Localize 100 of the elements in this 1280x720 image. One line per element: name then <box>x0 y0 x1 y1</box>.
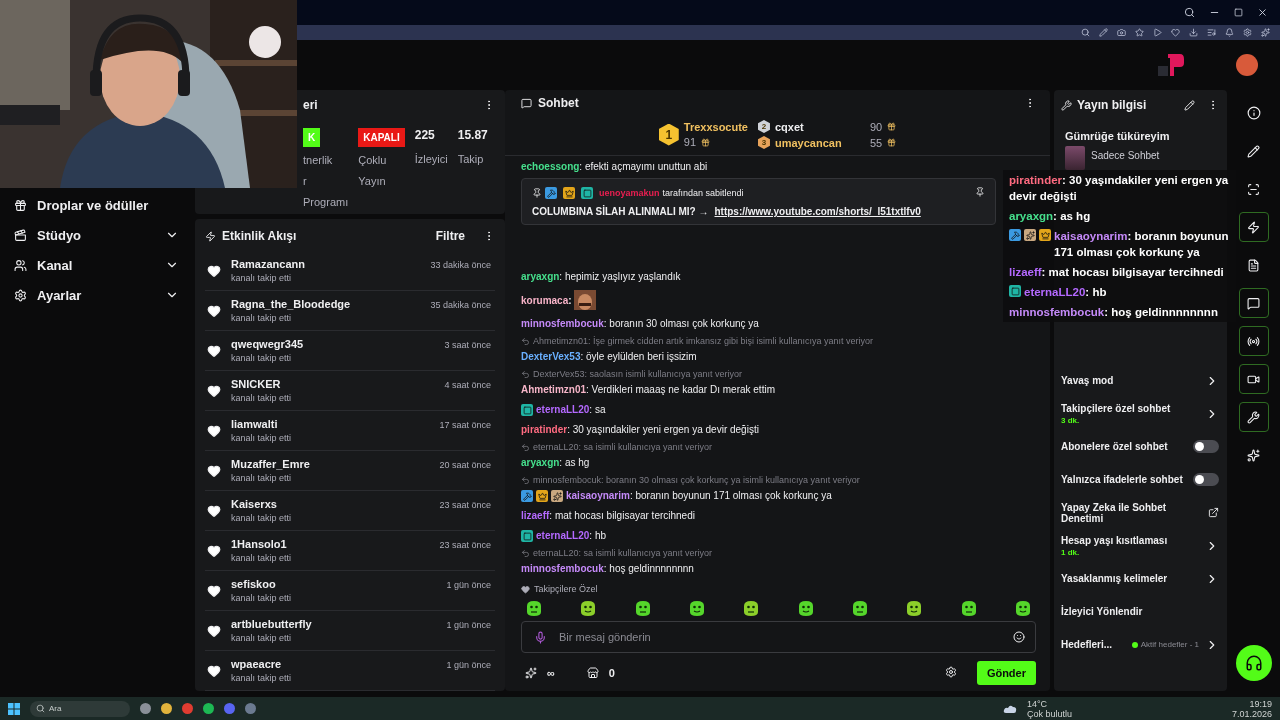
temperature: 14°C <box>1026 698 1048 709</box>
setting-label[interactable]: Yalnızca ifadelerle sohbet <box>1061 474 1187 485</box>
message-input[interactable]: Bir mesaj gönderin <box>557 630 1003 644</box>
sidebar-item[interactable]: Droplar ve ödüller <box>14 190 179 220</box>
heart-icon <box>521 584 530 594</box>
emote-icon <box>633 600 652 617</box>
chat-icon <box>521 97 532 109</box>
gift-icon <box>701 137 710 147</box>
rank-medal: 3 <box>757 136 770 149</box>
card-title: Yayın bilgisi <box>1077 98 1147 112</box>
pinned-note: tarafından sabitlendi <box>662 187 744 198</box>
event-time: 33 dakika önce <box>430 260 491 270</box>
setting-label[interactable]: Yasaklanmış kelimeler <box>1061 573 1199 584</box>
leaderboard-name[interactable]: cqxet <box>774 120 865 133</box>
stat-label: tnerlik <box>303 153 334 168</box>
chat-message: aryaxgn: hepimiz yaşlıyız yaşlandık <box>521 270 681 283</box>
folder-icon[interactable] <box>161 703 172 714</box>
toggle-switch[interactable] <box>1193 473 1219 486</box>
bell-icon <box>1225 28 1234 37</box>
status-badge: K <box>303 128 321 147</box>
start-icon[interactable] <box>8 702 20 715</box>
card-title: Etkinlik Akışı <box>222 229 297 243</box>
heart-icon <box>207 263 221 278</box>
follower-name[interactable]: Kaiserxs <box>231 498 430 510</box>
follower-name[interactable]: 1Hansolo1 <box>231 538 430 550</box>
sparkle-icon <box>1247 448 1260 462</box>
pinned-link[interactable]: https://www.youtube.com/shorts/_l51txtlfv0 <box>714 206 921 217</box>
follower-name[interactable]: wpaeacre <box>231 658 437 670</box>
edit-icon[interactable] <box>1184 99 1195 111</box>
sidebar-item[interactable]: Ayarlar <box>14 280 179 310</box>
event-description: kanalı takip etti <box>231 273 293 283</box>
follower-name[interactable]: SNICKER <box>231 378 435 390</box>
setting-label[interactable]: Yapay Zeka ile Sohbet Denetimi <box>1061 501 1202 524</box>
setting-label[interactable]: Hesap yaşı kısıtlaması <box>1061 534 1199 546</box>
event-time: 1 gün önce <box>446 660 491 670</box>
lightning-icon <box>205 230 216 242</box>
setting-label[interactable]: Hedefleri... <box>1061 639 1126 650</box>
follower-name[interactable]: Ramazancann <box>231 258 421 270</box>
taskbar-search[interactable]: Ara <box>30 700 130 717</box>
reply-icon <box>521 548 530 558</box>
leaderboard-name[interactable]: umaycancan <box>774 136 865 149</box>
send-button[interactable]: Gönder <box>976 661 1036 685</box>
help-button[interactable] <box>1235 645 1272 681</box>
follower-name[interactable]: qweqwegr345 <box>231 338 435 350</box>
reply-context: Ahmetimzn01: İşe girmek cidden artık imkansız gibi bişi isimli kullanıcıya yanıt veriyor <box>533 336 874 346</box>
headset-icon <box>1244 654 1263 672</box>
event-time: 17 saat önce <box>439 420 491 430</box>
filter-button[interactable]: Filtre <box>435 229 465 243</box>
setting-label[interactable]: İzleyici Yönlendir <box>1061 606 1219 617</box>
setting-label[interactable]: Yavaş mod <box>1061 375 1199 386</box>
sidebar-item[interactable]: Stüdyo <box>14 220 179 250</box>
stream-title: Gümrüğe tüküreyim <box>1064 129 1171 142</box>
app-icon[interactable] <box>203 703 214 714</box>
chat-button[interactable] <box>1238 288 1269 318</box>
app-icon[interactable] <box>245 703 256 714</box>
scan-icon <box>1247 182 1260 196</box>
stat-label: İzleyici <box>414 152 448 167</box>
camera-button[interactable] <box>1238 364 1269 394</box>
follower-name[interactable]: artbluebutterfly <box>231 618 437 630</box>
heart-icon <box>207 463 221 478</box>
app-icon[interactable] <box>182 703 193 714</box>
setting-label[interactable]: Takipçilere özel sohbet <box>1061 402 1199 414</box>
chat-message: minnosfembocuk: hoş geldinnnnnnnn <box>1009 305 1218 320</box>
event-description: kanalı takip etti <box>231 393 293 403</box>
app-icon[interactable] <box>140 703 151 714</box>
search-icon <box>1081 28 1090 37</box>
chat-message: aryaxgn: as hg <box>521 456 590 469</box>
chat-message: kaisaoynarim: boranın boyunun 171 olması çok korkunç ya <box>1054 229 1230 260</box>
play-icon <box>1153 28 1162 37</box>
chat-message: Ahmetimzn01: Verdikleri maaaş ne kadar Dı merak ettim <box>521 383 775 396</box>
category-name: Sadece Sohbet <box>1091 149 1160 161</box>
setting-label[interactable]: Abonelere özel sohbet <box>1061 441 1187 452</box>
pencil-icon <box>1247 144 1260 158</box>
setting-value: 3 dk. <box>1061 415 1081 425</box>
reply-icon <box>521 369 530 379</box>
follower-name[interactable]: sefiskoo <box>231 578 437 590</box>
pinned-by-username[interactable]: uenoyamakun <box>599 187 660 198</box>
event-time: 35 dakika önce <box>430 300 491 310</box>
wrench-button[interactable] <box>1238 402 1269 432</box>
event-description: kanalı takip etti <box>231 673 293 683</box>
external-link-icon <box>1208 507 1219 518</box>
lightning-button[interactable] <box>1238 212 1269 242</box>
avatar[interactable] <box>1236 54 1258 76</box>
heart-icon <box>207 343 221 358</box>
app-icon[interactable] <box>224 703 235 714</box>
toggle-switch[interactable] <box>1193 440 1219 453</box>
message-field[interactable]: Bir mesaj gönderin <box>521 621 1036 653</box>
rank-medal: 1 <box>658 123 679 146</box>
heart-icon <box>207 623 221 638</box>
weather-text: Çok bulutlu <box>1026 708 1072 719</box>
event-time: 23 saat önce <box>439 540 491 550</box>
sidebar-item[interactable]: Kanal <box>14 250 179 280</box>
leaderboard-name[interactable]: Trexxsocute <box>683 121 748 133</box>
event-time: 1 gün önce <box>446 620 491 630</box>
follower-name[interactable]: liamwalti <box>231 418 430 430</box>
follower-name[interactable]: Muzaffer_Emre <box>231 458 430 470</box>
follower-name[interactable]: Ragna_the_Bloodedge <box>231 298 421 310</box>
stat-value: 225 <box>414 128 436 144</box>
pinned-text: COLUMBINA SİLAH ALINMALI MI? → <box>532 206 709 217</box>
broadcast-button[interactable] <box>1238 326 1269 356</box>
